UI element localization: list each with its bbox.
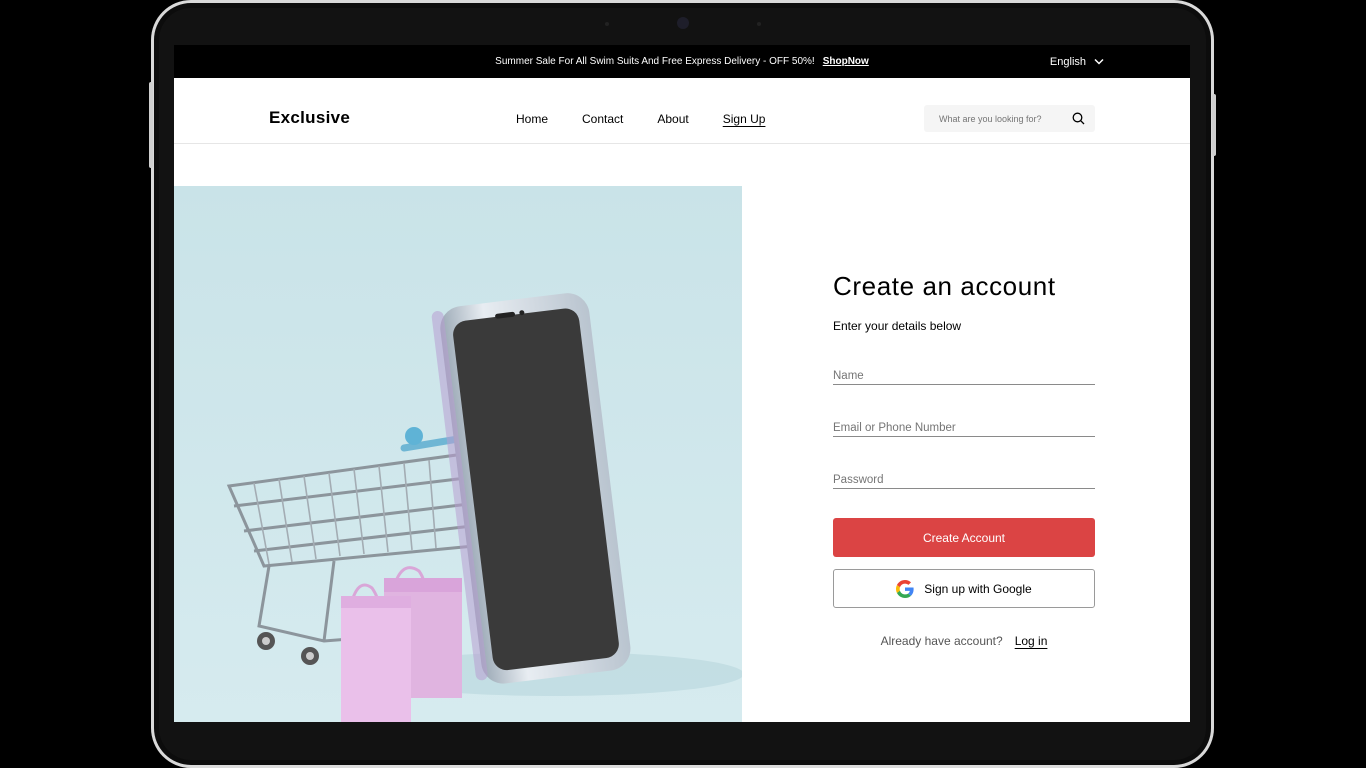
google-signup-button[interactable]: Sign up with Google: [833, 569, 1095, 608]
signup-form: Create an account Enter your details bel…: [833, 271, 1095, 648]
nav-home[interactable]: Home: [516, 112, 548, 126]
create-account-button[interactable]: Create Account: [833, 518, 1095, 557]
promo-text: Summer Sale For All Swim Suits And Free …: [495, 56, 815, 67]
site-logo[interactable]: Exclusive: [269, 108, 350, 128]
promo-bar: Summer Sale For All Swim Suits And Free …: [174, 45, 1190, 78]
password-field: [833, 470, 1095, 489]
form-title: Create an account: [833, 271, 1056, 301]
google-button-label: Sign up with Google: [924, 581, 1032, 596]
password-input[interactable]: [833, 474, 1095, 486]
language-label: English: [1049, 55, 1086, 68]
shop-now-link[interactable]: ShopNow: [823, 56, 869, 67]
site-header: Exclusive Home Contact About Sign Up: [174, 78, 1190, 144]
device-side-button: [1212, 94, 1216, 156]
search-bar: [924, 105, 1095, 132]
main-nav: Home Contact About Sign Up: [516, 112, 765, 126]
nav-contact[interactable]: Contact: [582, 112, 623, 126]
browser-screen: Summer Sale For All Swim Suits And Free …: [174, 45, 1190, 722]
nav-sign-up[interactable]: Sign Up: [723, 112, 766, 126]
camera-icon: [677, 17, 689, 29]
name-field: [833, 366, 1095, 385]
chevron-down-icon: [1094, 58, 1104, 65]
name-input[interactable]: [833, 370, 1095, 382]
google-icon: [896, 579, 914, 598]
hero-image: [174, 186, 742, 722]
email-input[interactable]: [833, 422, 1095, 434]
login-link[interactable]: Log in: [1015, 634, 1048, 648]
promo-banner: Summer Sale For All Swim Suits And Free …: [174, 45, 1190, 78]
nav-about[interactable]: About: [657, 112, 688, 126]
login-prompt: Already have account?: [880, 634, 1003, 648]
device-side-button: [149, 82, 153, 168]
language-selector[interactable]: English: [1050, 45, 1104, 78]
search-input[interactable]: [937, 112, 1061, 125]
sensor-dot: [757, 22, 761, 26]
form-subtitle: Enter your details below: [833, 319, 962, 333]
sensor-dot: [605, 22, 609, 26]
shopping-cart-phone-illustration: [174, 186, 742, 722]
login-row: Already have account? Log in: [833, 634, 1095, 648]
search-icon[interactable]: [1072, 112, 1085, 125]
email-field: [833, 418, 1095, 437]
